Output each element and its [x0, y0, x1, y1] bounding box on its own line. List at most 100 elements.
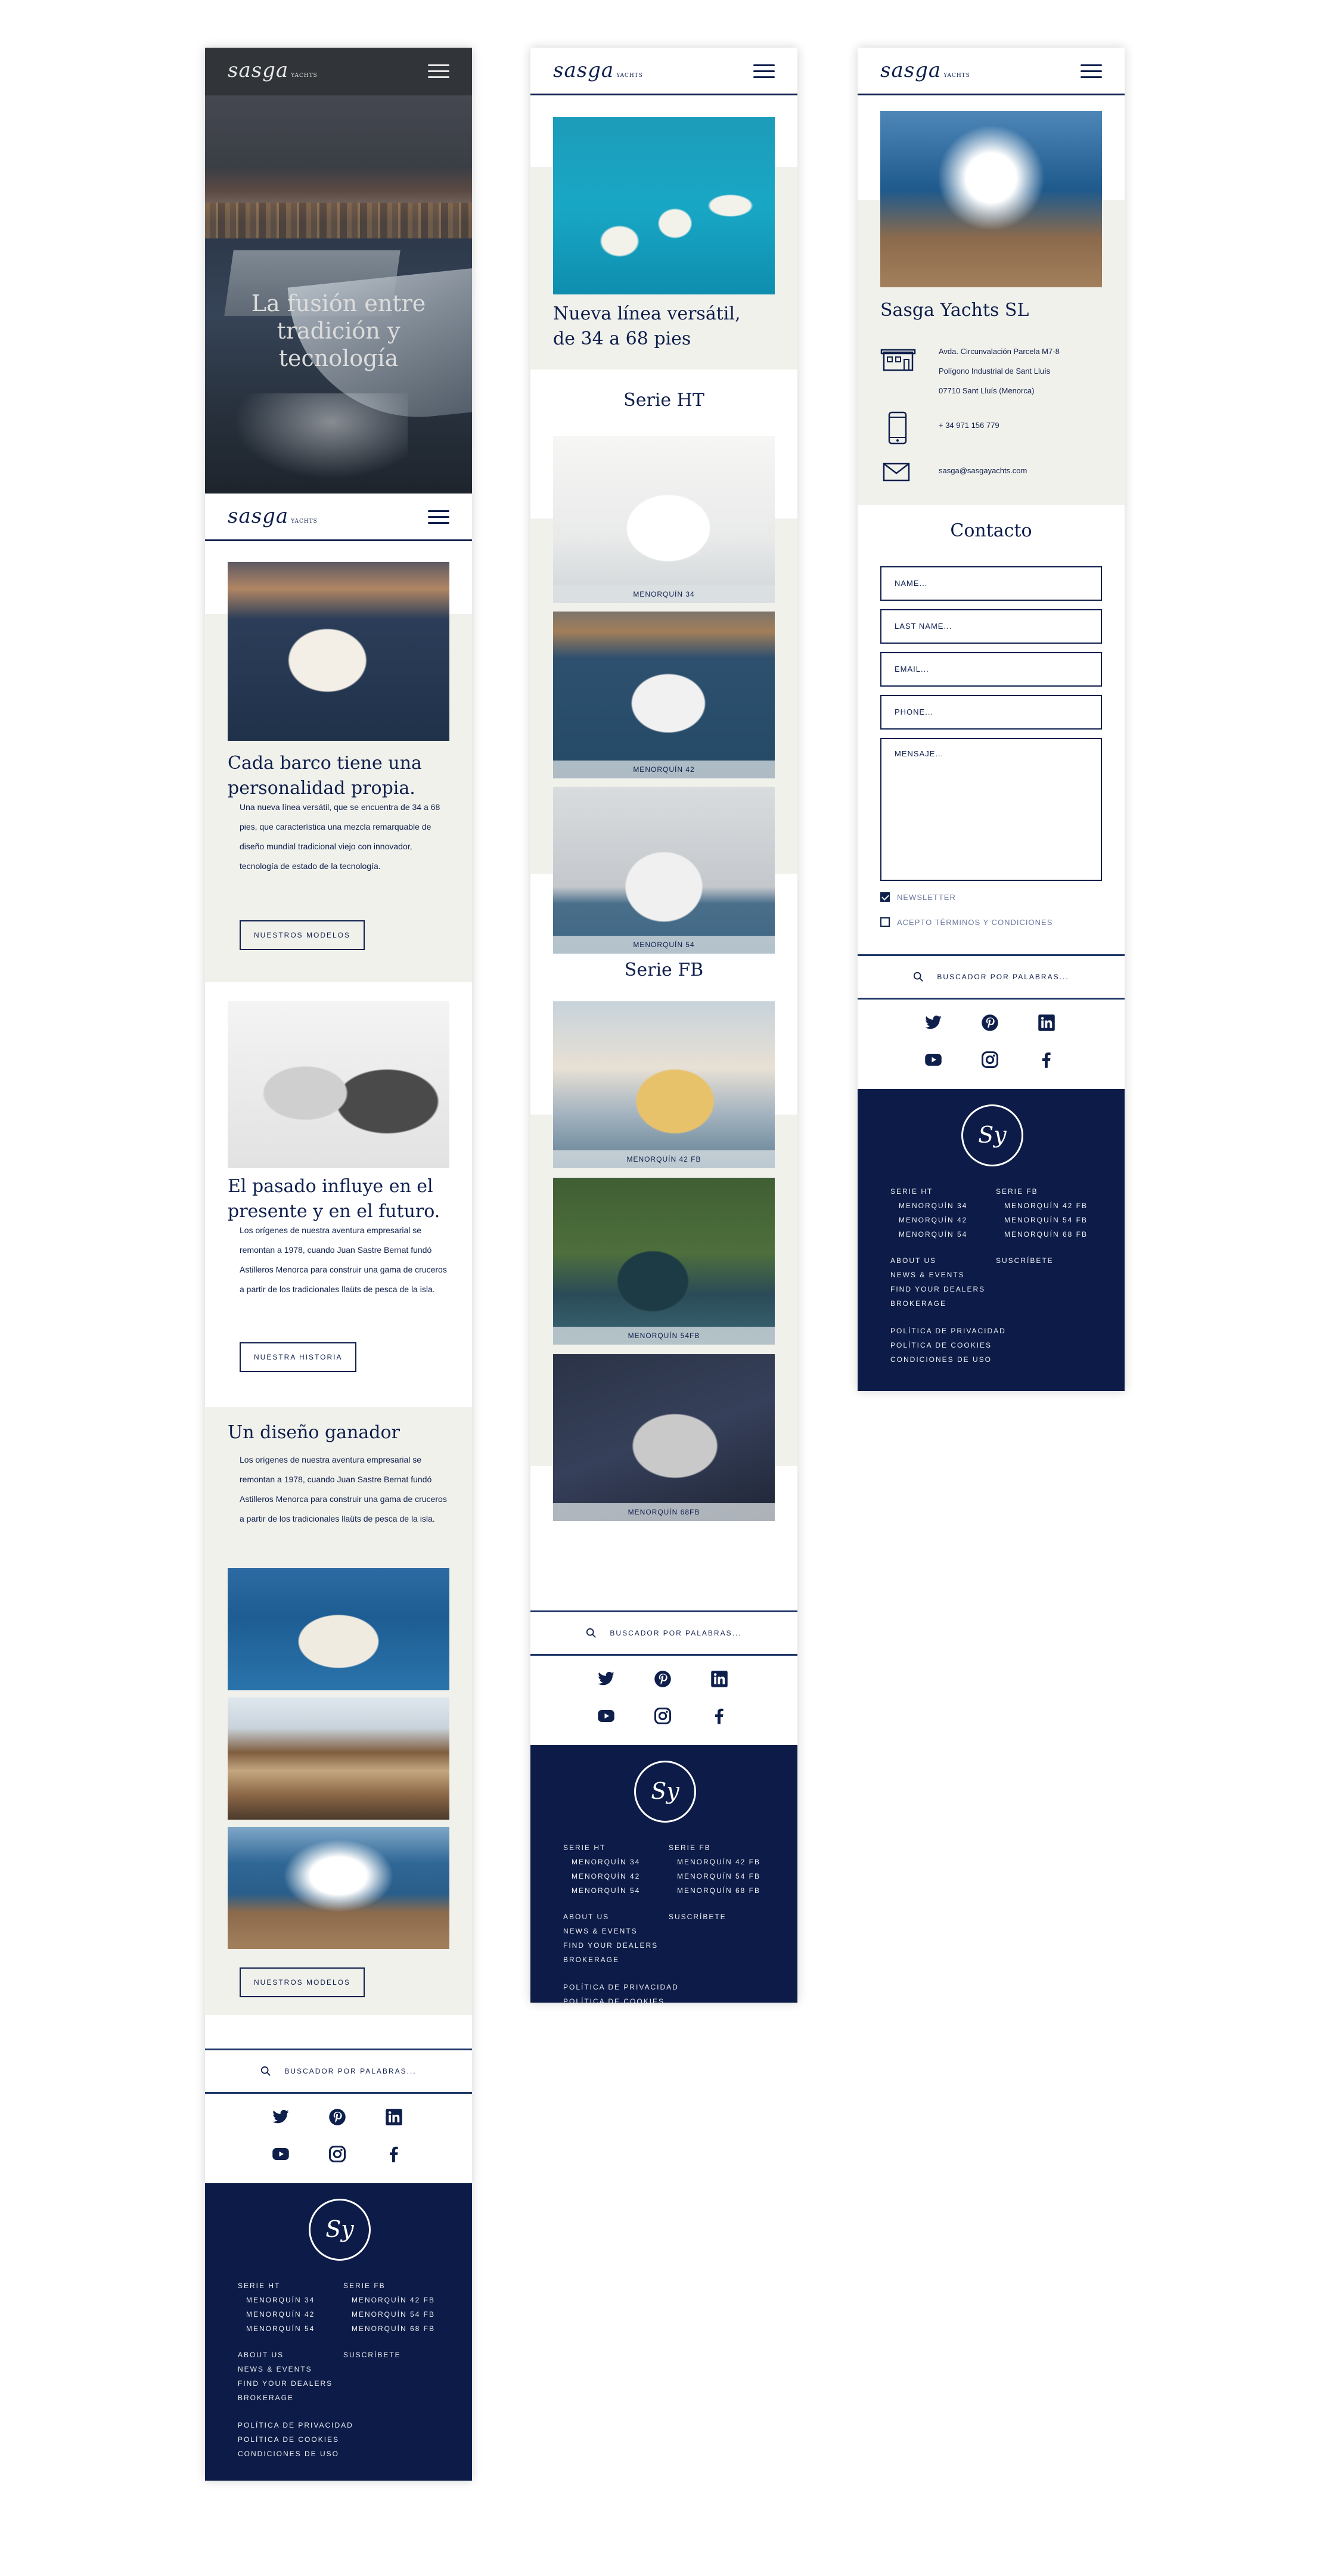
- our-history-button[interactable]: NUESTRA HISTORIA: [240, 1342, 357, 1372]
- search-bar[interactable]: BUSCADOR POR PALABRAS...: [530, 1610, 797, 1656]
- footer-link-news[interactable]: NEWS & EVENTS: [563, 1924, 658, 1938]
- pinterest-icon[interactable]: [328, 2108, 346, 2126]
- footer-serie-fb-link[interactable]: SERIE FB: [343, 2279, 435, 2293]
- footer-link-menorquin-42[interactable]: MENORQUÍN 42: [890, 1213, 967, 1227]
- newsletter-checkbox[interactable]: NEWSLETTER: [880, 892, 956, 902]
- facebook-icon[interactable]: [710, 1707, 728, 1725]
- youtube-icon[interactable]: [924, 1051, 942, 1069]
- menu-icon[interactable]: [428, 64, 449, 79]
- company-phone[interactable]: + 34 971 156 779: [939, 421, 999, 430]
- sasga-logo[interactable]: sasga YACHTS: [553, 58, 643, 82]
- footer-link-subscribe[interactable]: SUSCRÍBETE: [669, 1910, 727, 1924]
- sasga-logo[interactable]: sasga YACHTS: [880, 58, 970, 82]
- footer-link-menorquin-34[interactable]: MENORQUÍN 34: [238, 2293, 315, 2307]
- search-placeholder: BUSCADOR POR PALABRAS...: [610, 1629, 742, 1637]
- footer-link-privacy[interactable]: POLÍTICA DE PRIVACIDAD: [563, 1980, 679, 1994]
- menu-icon[interactable]: [753, 64, 775, 79]
- footer-link-cookies[interactable]: POLÍTICA DE COOKIES: [890, 1338, 1006, 1352]
- twitter-icon[interactable]: [272, 2108, 290, 2126]
- model-card-menorquin-42-fb[interactable]: MENORQUÍN 42 FB: [553, 1001, 775, 1168]
- email-field[interactable]: EMAIL...: [880, 652, 1102, 687]
- footer-link-menorquin-34[interactable]: MENORQUÍN 34: [563, 1855, 640, 1869]
- footer-link-terms[interactable]: CONDICIONES DE USO: [238, 2447, 353, 2461]
- intro-text: Una nueva línea versátil, que se encuent…: [240, 802, 440, 871]
- footer-link-news[interactable]: NEWS & EVENTS: [890, 1268, 985, 1282]
- footer-link-menorquin-54[interactable]: MENORQUÍN 54: [890, 1227, 967, 1242]
- footer-link-menorquin-54-fb[interactable]: MENORQUÍN 54 FB: [669, 1869, 760, 1883]
- footer-link-dealers[interactable]: FIND YOUR DEALERS: [563, 1938, 658, 1953]
- model-card-menorquin-68-fb[interactable]: MENORQUÍN 68Fb: [553, 1354, 775, 1521]
- menu-icon[interactable]: [428, 510, 449, 524]
- our-models-button[interactable]: NUESTROS MODELOS: [240, 1967, 365, 1997]
- footer-link-privacy[interactable]: POLÍTICA DE PRIVACIDAD: [238, 2418, 353, 2432]
- pinterest-icon[interactable]: [654, 1670, 672, 1688]
- last-name-field[interactable]: LAST NAME...: [880, 609, 1102, 644]
- company-email[interactable]: sasga@sasgayachts.com: [939, 466, 1027, 475]
- instagram-icon[interactable]: [328, 2145, 346, 2163]
- footer-link-terms[interactable]: CONDICIONES DE USO: [890, 1352, 1006, 1367]
- model-card-menorquin-42[interactable]: MENORQUÍN 42: [553, 612, 775, 778]
- footer-link-news[interactable]: NEWS & EVENTS: [238, 2362, 333, 2376]
- footer-link-menorquin-68-fb[interactable]: MENORQUÍN 68 FB: [669, 1883, 760, 1898]
- footer-link-subscribe[interactable]: SUSCRÍBETE: [996, 1253, 1054, 1268]
- footer-link-dealers[interactable]: FIND YOUR DEALERS: [890, 1282, 985, 1296]
- footer-serie-ht: SERIE HT MENORQUÍN 34 MENORQUÍN 42 MENOR…: [238, 2279, 315, 2336]
- search-bar[interactable]: BUSCADOR POR PALABRAS...: [205, 2049, 472, 2094]
- footer-link-dealers[interactable]: FIND YOUR DEALERS: [238, 2376, 333, 2391]
- footer-link-menorquin-68-fb[interactable]: MENORQUÍN 68 FB: [343, 2321, 435, 2336]
- youtube-icon[interactable]: [597, 1707, 615, 1725]
- footer-serie-ht-link[interactable]: SERIE HT: [563, 1841, 640, 1855]
- footer-link-menorquin-54-fb[interactable]: MENORQUÍN 54 FB: [996, 1213, 1088, 1227]
- footer-link-menorquin-42-fb[interactable]: MENORQUÍN 42 FB: [996, 1199, 1088, 1213]
- footer-link-privacy[interactable]: POLÍTICA DE PRIVACIDAD: [890, 1324, 1006, 1338]
- footer-serie-fb-link[interactable]: SERIE FB: [996, 1184, 1088, 1199]
- footer-link-menorquin-42[interactable]: MENORQUÍN 42: [238, 2307, 315, 2321]
- footer-link-menorquin-42-fb[interactable]: MENORQUÍN 42 FB: [343, 2293, 435, 2307]
- footer-serie-ht-link[interactable]: SERIE HT: [238, 2279, 315, 2293]
- linkedin-icon[interactable]: [385, 2108, 403, 2126]
- sasga-logo[interactable]: sasga YACHTS: [228, 58, 318, 82]
- our-models-button[interactable]: NUESTROS MODELOS: [240, 920, 365, 950]
- terms-checkbox[interactable]: ACEPTO TÉRMINOS Y CONDICIONES: [880, 917, 1053, 927]
- footer-link-menorquin-54[interactable]: MENORQUÍN 54: [238, 2321, 315, 2336]
- linkedin-icon[interactable]: [710, 1670, 728, 1688]
- facebook-icon[interactable]: [385, 2145, 403, 2163]
- footer-link-subscribe[interactable]: SUSCRÍBETE: [343, 2348, 401, 2362]
- footer-link-cookies[interactable]: POLÍTICA DE COOKIES: [563, 1994, 679, 2003]
- menu-icon[interactable]: [1081, 64, 1102, 79]
- footer-link-about[interactable]: ABOUT US: [238, 2348, 333, 2362]
- footer-link-cookies[interactable]: POLÍTICA DE COOKIES: [238, 2432, 353, 2447]
- footer-link-menorquin-68-fb[interactable]: MENORQUÍN 68 FB: [996, 1227, 1088, 1242]
- instagram-icon[interactable]: [654, 1707, 672, 1725]
- phone-field[interactable]: PHONE...: [880, 695, 1102, 730]
- linkedin-icon[interactable]: [1038, 1014, 1055, 1032]
- facebook-icon[interactable]: [1038, 1051, 1055, 1069]
- model-card-menorquin-54-fb[interactable]: MENORQUÍN 54Fb: [553, 1178, 775, 1345]
- footer-serie-ht-link[interactable]: SERIE HT: [890, 1184, 967, 1199]
- instagram-icon[interactable]: [981, 1051, 999, 1069]
- footer-serie-fb-link[interactable]: SERIE FB: [669, 1841, 760, 1855]
- footer-link-about[interactable]: ABOUT US: [890, 1253, 985, 1268]
- twitter-icon[interactable]: [924, 1014, 942, 1032]
- youtube-icon[interactable]: [272, 2145, 290, 2163]
- newsletter-check-icon[interactable]: [880, 892, 890, 902]
- footer-link-menorquin-42[interactable]: MENORQUÍN 42: [563, 1869, 640, 1883]
- twitter-icon[interactable]: [597, 1670, 615, 1688]
- model-card-menorquin-34[interactable]: MENORQUÍN 34: [553, 436, 775, 603]
- footer-link-brokerage[interactable]: BROKERAGE: [563, 1953, 658, 1967]
- terms-check-icon[interactable]: [880, 917, 890, 927]
- pinterest-icon[interactable]: [981, 1014, 999, 1032]
- footer-link-menorquin-34[interactable]: MENORQUÍN 34: [890, 1199, 967, 1213]
- search-bar[interactable]: BUSCADOR POR PALABRAS...: [858, 954, 1125, 1000]
- name-field[interactable]: NAME...: [880, 566, 1102, 601]
- company-stern-image: [880, 111, 1102, 287]
- sasga-logo[interactable]: sasga YACHTS: [228, 504, 318, 528]
- footer-link-menorquin-54[interactable]: MENORQUÍN 54: [563, 1883, 640, 1898]
- footer-link-brokerage[interactable]: BROKERAGE: [238, 2391, 333, 2405]
- footer-link-menorquin-54-fb[interactable]: MENORQUÍN 54 FB: [343, 2307, 435, 2321]
- footer-link-menorquin-42-fb[interactable]: MENORQUÍN 42 FB: [669, 1855, 760, 1869]
- footer-link-about[interactable]: ABOUT US: [563, 1910, 658, 1924]
- footer-link-brokerage[interactable]: BROKERAGE: [890, 1296, 985, 1311]
- message-field[interactable]: MENSAJE...: [880, 738, 1102, 881]
- model-card-menorquin-54[interactable]: MENORQUÍN 54: [553, 787, 775, 954]
